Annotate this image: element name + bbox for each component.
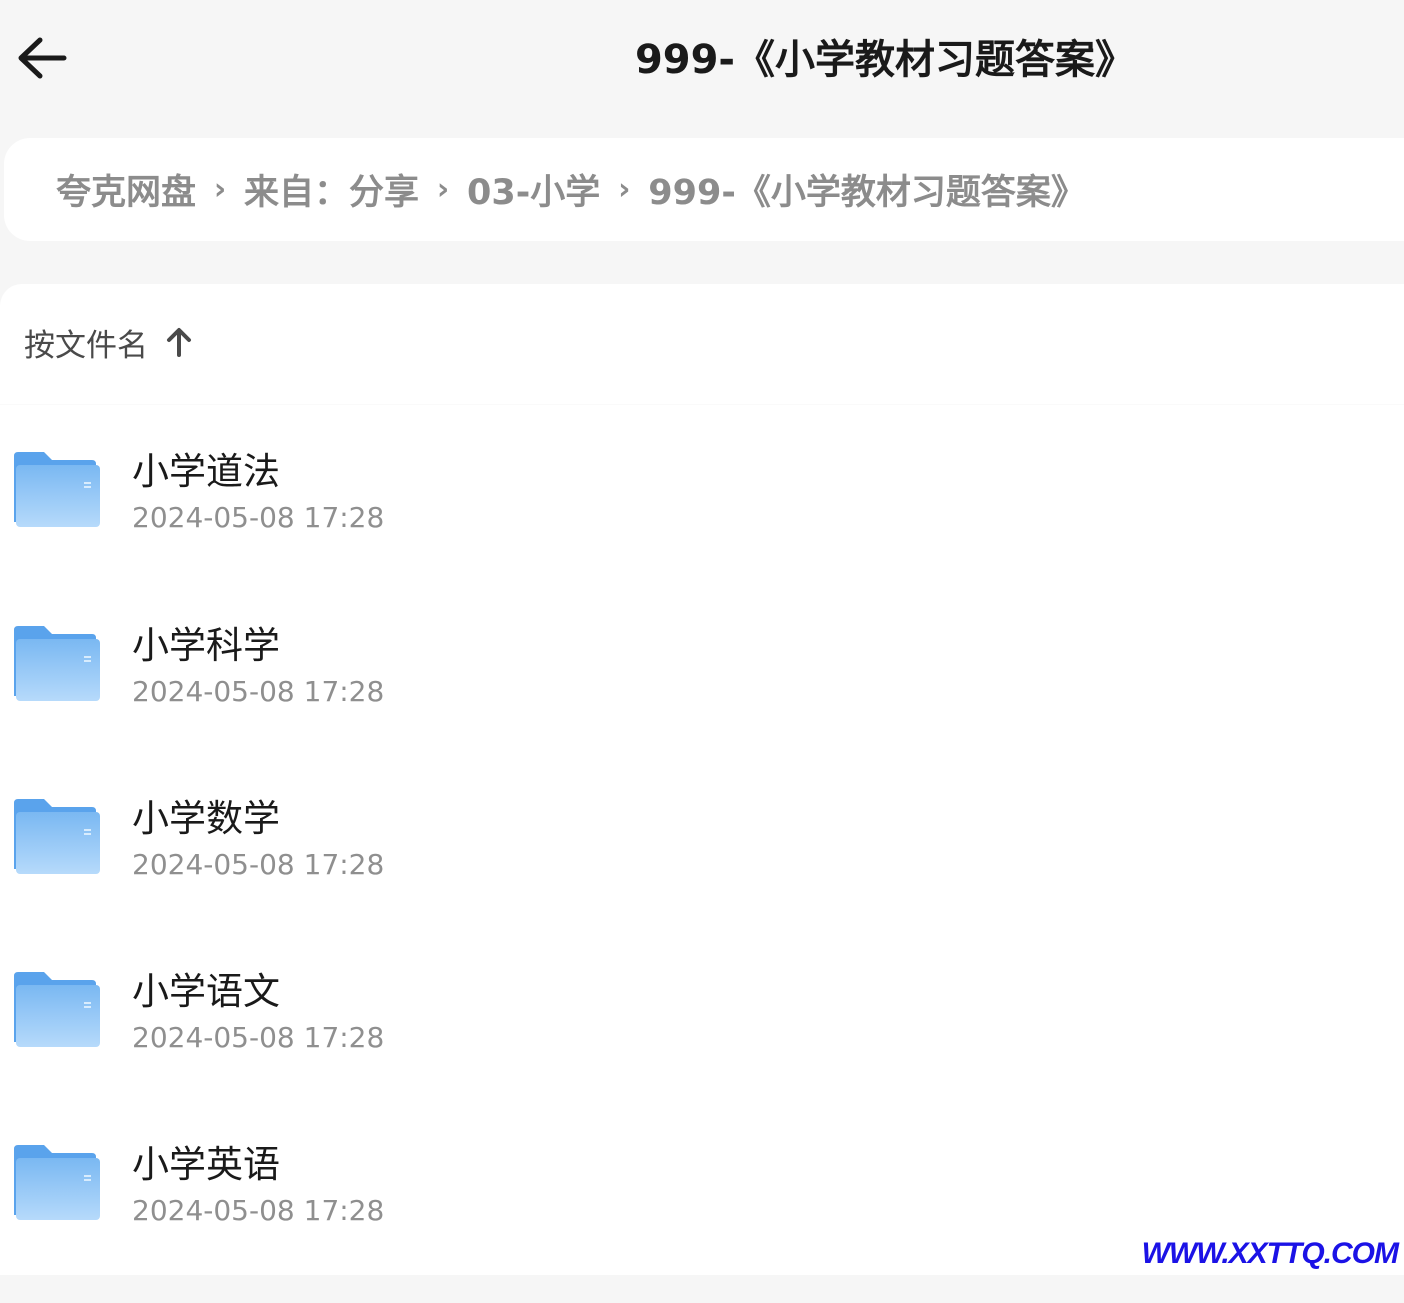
file-name: 小学数学 [132, 797, 280, 840]
list-item[interactable]: 小学科学 2024-05-08 17:28 [0, 624, 1404, 784]
folder-icon [12, 1143, 102, 1227]
folder-icon [12, 450, 102, 534]
breadcrumb-item-primary-school[interactable]: 03-小学 [467, 164, 600, 215]
list-item[interactable]: 小学语文 2024-05-08 17:28 [0, 970, 1404, 1130]
breadcrumb-item-current: 999-《小学教材习题答案》 [648, 173, 1086, 213]
file-name: 小学科学 [132, 624, 280, 667]
breadcrumb-separator-icon: › [618, 172, 631, 207]
folder-icon [12, 797, 102, 881]
folder-icon [12, 970, 102, 1054]
breadcrumb-item-shared[interactable]: 来自：分享 [244, 164, 419, 215]
folder-icon [12, 624, 102, 708]
breadcrumb-item-quark-drive[interactable]: 夸克网盘 [56, 164, 196, 215]
file-date: 2024-05-08 17:28 [132, 1021, 385, 1054]
file-name: 小学道法 [132, 450, 280, 493]
file-date: 2024-05-08 17:28 [132, 848, 385, 881]
sort-label: 按文件名 [24, 327, 148, 364]
file-date: 2024-05-08 17:28 [132, 675, 385, 708]
list-item[interactable]: 小学数学 2024-05-08 17:28 [0, 797, 1404, 957]
divider [0, 404, 1404, 405]
breadcrumb-separator-icon: › [213, 172, 227, 207]
arrow-left-icon [18, 37, 67, 79]
back-button[interactable] [14, 30, 70, 86]
breadcrumb: 夸克网盘 › 来自：分享 › 03-小学 › 999-《小学教材习题答案》 [4, 138, 1404, 241]
file-list-panel: 按文件名 小学道法 2024-05-08 17:28 小学科学 2024-05-… [0, 284, 1404, 1275]
list-item[interactable]: 小学道法 2024-05-08 17:28 [0, 450, 1404, 610]
file-date: 2024-05-08 17:28 [132, 501, 385, 534]
header-bar: 999-《小学教材习题答案》 [0, 0, 1404, 130]
page-title: 999-《小学教材习题答案》 [634, 37, 1136, 83]
file-name: 小学英语 [132, 1143, 280, 1186]
breadcrumb-separator-icon: › [436, 172, 450, 207]
file-name: 小学语文 [132, 970, 280, 1013]
arrow-up-icon [166, 327, 192, 357]
list-item[interactable]: 小学英语 2024-05-08 17:28 [0, 1143, 1404, 1303]
file-date: 2024-05-08 17:28 [132, 1194, 385, 1227]
sort-by-name-button[interactable]: 按文件名 [24, 320, 192, 364]
watermark-text: WWW.XXTTQ.COM [1141, 1237, 1399, 1270]
